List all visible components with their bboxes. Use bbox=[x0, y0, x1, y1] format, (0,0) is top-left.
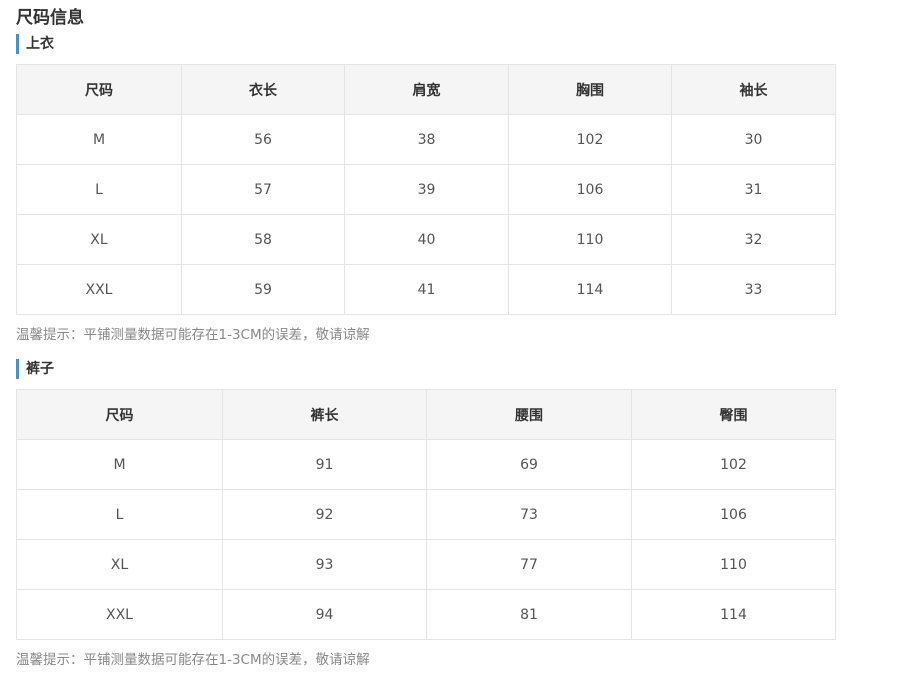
column-header-pants-length: 裤长 bbox=[222, 389, 427, 440]
table-cell: 102 bbox=[508, 114, 672, 165]
table-cell: 32 bbox=[671, 214, 836, 265]
table-cell: XXL bbox=[16, 589, 223, 640]
table-row: XL 93 77 110 bbox=[16, 539, 836, 590]
table-row: L 57 39 106 31 bbox=[16, 164, 836, 215]
page-title: 尺码信息 bbox=[16, 8, 84, 28]
table-cell: 106 bbox=[508, 164, 672, 215]
table-row: XXL 59 41 114 33 bbox=[16, 264, 836, 315]
table-header-row: 尺码 裤长 腰围 臀围 bbox=[16, 389, 836, 440]
table-cell: 40 bbox=[344, 214, 509, 265]
table-cell: 94 bbox=[222, 589, 427, 640]
pants-section-heading: 裤子 bbox=[16, 359, 54, 379]
table-cell: 39 bbox=[344, 164, 509, 215]
column-header-length: 衣长 bbox=[181, 64, 345, 115]
table-cell: 110 bbox=[508, 214, 672, 265]
table-cell: XXL bbox=[16, 264, 182, 315]
table-cell: M bbox=[16, 439, 223, 490]
table-cell: 106 bbox=[631, 489, 836, 540]
table-cell: M bbox=[16, 114, 182, 165]
tops-size-table: 尺码 衣长 肩宽 胸围 袖长 M 56 38 102 30 L 57 39 10… bbox=[16, 64, 836, 315]
table-cell: 91 bbox=[222, 439, 427, 490]
column-header-hip: 臀围 bbox=[631, 389, 836, 440]
tops-section-heading: 上衣 bbox=[16, 34, 54, 54]
table-cell: 92 bbox=[222, 489, 427, 540]
pants-size-table: 尺码 裤长 腰围 臀围 M 91 69 102 L 92 73 106 XL 9… bbox=[16, 389, 836, 640]
column-header-chest: 胸围 bbox=[508, 64, 672, 115]
table-cell: L bbox=[16, 489, 223, 540]
table-cell: 57 bbox=[181, 164, 345, 215]
table-cell: 114 bbox=[508, 264, 672, 315]
column-header-size: 尺码 bbox=[16, 389, 223, 440]
table-cell: 73 bbox=[426, 489, 632, 540]
table-cell: 110 bbox=[631, 539, 836, 590]
column-header-waist: 腰围 bbox=[426, 389, 632, 440]
table-cell: 58 bbox=[181, 214, 345, 265]
table-cell: 56 bbox=[181, 114, 345, 165]
table-cell: 77 bbox=[426, 539, 632, 590]
table-cell: 69 bbox=[426, 439, 632, 490]
column-header-size: 尺码 bbox=[16, 64, 182, 115]
table-cell: 33 bbox=[671, 264, 836, 315]
table-cell: 31 bbox=[671, 164, 836, 215]
table-cell: 41 bbox=[344, 264, 509, 315]
table-cell: 114 bbox=[631, 589, 836, 640]
column-header-shoulder: 肩宽 bbox=[344, 64, 509, 115]
table-cell: XL bbox=[16, 214, 182, 265]
column-header-sleeve: 袖长 bbox=[671, 64, 836, 115]
table-header-row: 尺码 衣长 肩宽 胸围 袖长 bbox=[16, 64, 836, 115]
pants-measurement-note: 温馨提示：平铺测量数据可能存在1-3CM的误差，敬请谅解 bbox=[16, 652, 370, 668]
table-row: XXL 94 81 114 bbox=[16, 589, 836, 640]
table-row: XL 58 40 110 32 bbox=[16, 214, 836, 265]
table-cell: 81 bbox=[426, 589, 632, 640]
table-cell: 59 bbox=[181, 264, 345, 315]
table-cell: 30 bbox=[671, 114, 836, 165]
tops-measurement-note: 温馨提示：平铺测量数据可能存在1-3CM的误差，敬请谅解 bbox=[16, 327, 370, 343]
table-cell: XL bbox=[16, 539, 223, 590]
table-cell: 102 bbox=[631, 439, 836, 490]
table-row: L 92 73 106 bbox=[16, 489, 836, 540]
table-cell: 93 bbox=[222, 539, 427, 590]
table-cell: L bbox=[16, 164, 182, 215]
table-cell: 38 bbox=[344, 114, 509, 165]
table-row: M 56 38 102 30 bbox=[16, 114, 836, 165]
table-row: M 91 69 102 bbox=[16, 439, 836, 490]
